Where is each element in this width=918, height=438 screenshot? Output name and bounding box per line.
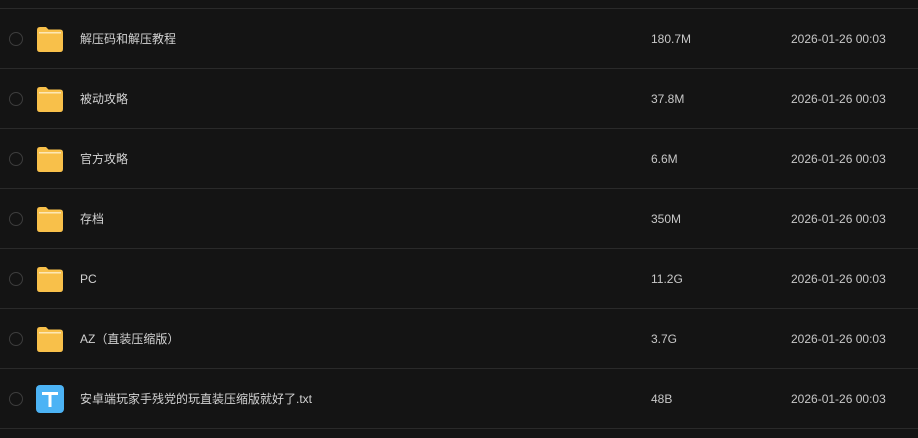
- file-row[interactable]: PC 11.2G 2026-01-26 00:03: [0, 249, 918, 309]
- file-modified-date: 2026-01-26 00:03: [791, 32, 886, 46]
- file-name[interactable]: 解压码和解压教程: [80, 9, 176, 69]
- file-row[interactable]: 解压码和解压教程 180.7M 2026-01-26 00:03: [0, 9, 918, 69]
- file-name[interactable]: 官方攻略: [80, 129, 128, 189]
- file-size: 11.2G: [651, 272, 683, 286]
- file-modified-date: 2026-01-26 00:03: [791, 272, 886, 286]
- file-row[interactable]: 安卓端玩家手残党的玩直装压缩版就好了.txt 48B 2026-01-26 00…: [0, 369, 918, 429]
- file-size: 180.7M: [651, 32, 692, 46]
- file-size: 6.6M: [651, 152, 678, 166]
- folder-icon: [37, 327, 63, 352]
- file-name[interactable]: 安卓端玩家手残党的玩直装压缩版就好了.txt: [80, 369, 312, 429]
- file-modified-date: 2026-01-26 00:03: [791, 152, 886, 166]
- file-modified-date: 2026-01-26 00:03: [791, 392, 886, 406]
- row-select-checkbox[interactable]: [9, 392, 23, 406]
- row-select-checkbox[interactable]: [9, 92, 23, 106]
- text-file-icon: [36, 385, 64, 413]
- folder-icon: [37, 267, 63, 292]
- file-name[interactable]: 存档: [80, 189, 104, 249]
- file-modified-date: 2026-01-26 00:03: [791, 92, 886, 106]
- file-size: 48B: [651, 392, 673, 406]
- folder-icon: [37, 87, 63, 112]
- file-size: 37.8M: [651, 92, 685, 106]
- file-row[interactable]: 存档 350M 2026-01-26 00:03: [0, 189, 918, 249]
- row-select-checkbox[interactable]: [9, 332, 23, 346]
- folder-icon: [37, 27, 63, 52]
- file-size: 350M: [651, 212, 682, 226]
- file-size: 3.7G: [651, 332, 678, 346]
- file-row[interactable]: 被动攻略 37.8M 2026-01-26 00:03: [0, 69, 918, 129]
- folder-icon: [37, 147, 63, 172]
- folder-icon: [37, 207, 63, 232]
- row-select-checkbox[interactable]: [9, 272, 23, 286]
- file-list: 解压码和解压教程 180.7M 2026-01-26 00:03 被动攻略 37…: [0, 0, 918, 438]
- file-modified-date: 2026-01-26 00:03: [791, 332, 886, 346]
- file-modified-date: 2026-01-26 00:03: [791, 212, 886, 226]
- file-name[interactable]: PC: [80, 249, 97, 309]
- file-name[interactable]: 被动攻略: [80, 69, 128, 129]
- file-row[interactable]: 官方攻略 6.6M 2026-01-26 00:03: [0, 129, 918, 189]
- row-select-checkbox[interactable]: [9, 152, 23, 166]
- file-row[interactable]: AZ（直装压缩版） 3.7G 2026-01-26 00:03: [0, 309, 918, 369]
- row-select-checkbox[interactable]: [9, 32, 23, 46]
- row-select-checkbox[interactable]: [9, 212, 23, 226]
- file-name[interactable]: AZ（直装压缩版）: [80, 309, 179, 369]
